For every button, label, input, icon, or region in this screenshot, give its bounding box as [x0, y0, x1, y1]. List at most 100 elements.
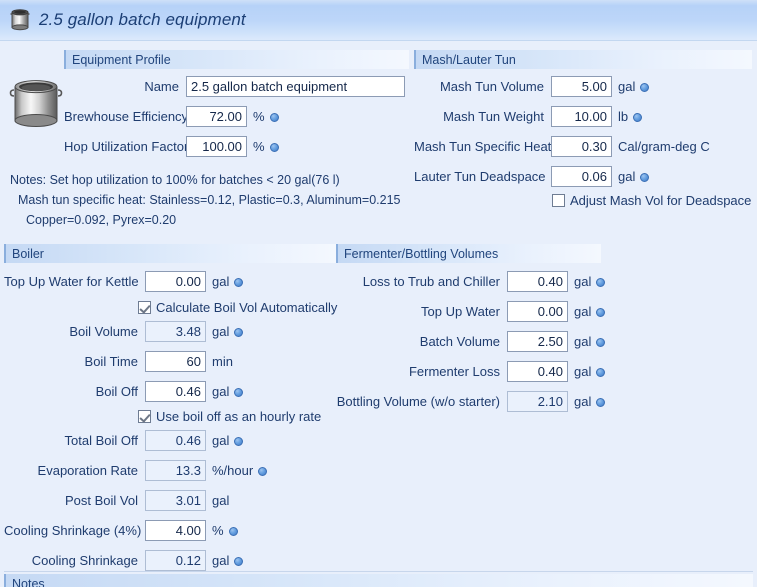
field-unit: %	[247, 139, 279, 154]
bottling-volume-input[interactable]	[507, 390, 568, 412]
field-row-evaporation-rate: Evaporation Rate %/hour	[4, 458, 268, 482]
checkbox-row-calculate-boil-vol[interactable]: Calculate Boil Vol Automatically	[138, 297, 337, 317]
name-input[interactable]	[186, 75, 405, 97]
linked-indicator-dot[interactable]	[234, 387, 244, 397]
batch-volume-input[interactable]	[507, 330, 568, 352]
field-row-boil-off: Boil Off gal	[4, 379, 244, 403]
field-label: Brewhouse Efficiency	[64, 108, 189, 124]
calculate-boil-vol-checkbox[interactable]	[138, 300, 151, 314]
linked-indicator-dot[interactable]	[596, 397, 606, 407]
field-label: Loss to Trub and Chiller	[362, 273, 500, 289]
field-unit: gal	[206, 274, 244, 289]
field-unit: %/hour	[206, 463, 268, 478]
field-row-mash-tun-weight: Mash Tun Weight lb	[414, 104, 643, 128]
field-unit: gal	[212, 492, 230, 508]
field-label: Cooling Shrinkage	[31, 552, 138, 568]
group-title: Equipment Profile	[72, 52, 171, 67]
field-row-post-boil-vol: Post Boil Vol gal	[4, 488, 229, 512]
linked-indicator-dot[interactable]	[640, 82, 650, 92]
kettle-icon-large	[9, 73, 63, 136]
field-row-cooling-shrinkage: Cooling Shrinkage gal	[4, 548, 244, 572]
group-header-fermenter-bottling-volumes: Fermenter/Bottling Volumes	[336, 244, 601, 263]
linked-indicator-dot[interactable]	[234, 327, 244, 337]
cooling-shrinkage-percent-input[interactable]	[145, 519, 206, 541]
linked-indicator-dot[interactable]	[640, 172, 650, 182]
linked-indicator-dot[interactable]	[234, 436, 244, 446]
cooling-shrinkage-input[interactable]	[145, 549, 206, 571]
window-title-bar: 2.5 gallon batch equipment	[0, 0, 757, 41]
field-unit: gal	[206, 384, 244, 399]
top-up-water-kettle-input[interactable]	[145, 270, 206, 292]
field-label: Top Up Water for Kettle	[4, 273, 139, 289]
linked-indicator-dot[interactable]	[228, 526, 238, 536]
field-label: Boil Off	[95, 383, 138, 399]
notes-line-3: Copper=0.092, Pyrex=0.20	[26, 213, 177, 227]
field-unit: gal	[568, 394, 606, 409]
linked-indicator-dot[interactable]	[596, 337, 606, 347]
boil-volume-input[interactable]	[145, 320, 206, 342]
field-unit: gal	[568, 304, 606, 319]
linked-indicator-dot[interactable]	[269, 112, 279, 122]
kettle-icon	[9, 6, 31, 35]
field-label: Name	[144, 78, 179, 94]
group-title: Mash/Lauter Tun	[422, 52, 516, 67]
field-unit: gal	[612, 169, 650, 184]
field-unit: min	[212, 353, 233, 369]
page-title: 2.5 gallon batch equipment	[39, 10, 246, 29]
mash-tun-volume-input[interactable]	[551, 75, 612, 97]
boil-time-input[interactable]	[145, 350, 206, 372]
field-label: Fermenter Loss	[408, 363, 500, 379]
checkbox-row-hourly-rate[interactable]: Use boil off as an hourly rate	[138, 406, 321, 426]
field-unit: lb	[612, 109, 643, 124]
use-boil-off-hourly-rate-checkbox[interactable]	[138, 409, 151, 423]
lauter-tun-deadspace-input[interactable]	[551, 165, 612, 187]
field-label: Mash Tun Volume	[439, 78, 544, 94]
field-unit: gal	[206, 553, 244, 568]
hop-utilization-factor-input[interactable]	[186, 135, 247, 157]
field-unit: gal	[612, 79, 650, 94]
checkbox-label: Adjust Mash Vol for Deadspace	[570, 192, 752, 208]
linked-indicator-dot[interactable]	[258, 466, 268, 476]
linked-indicator-dot[interactable]	[596, 367, 606, 377]
field-label: Total Boil Off	[64, 432, 138, 448]
group-title: Notes	[12, 576, 45, 587]
field-label: Cooling Shrinkage (4%)	[4, 522, 142, 538]
field-row-batch-volume: Batch Volume gal	[336, 329, 606, 353]
field-row-hop-utilization-factor: Hop Utilization Factor %	[64, 134, 279, 158]
linked-indicator-dot[interactable]	[596, 307, 606, 317]
field-row-loss-to-trub-and-chiller: Loss to Trub and Chiller gal	[336, 269, 606, 293]
post-boil-vol-input[interactable]	[145, 489, 206, 511]
linked-indicator-dot[interactable]	[269, 142, 279, 152]
evaporation-rate-input[interactable]	[145, 459, 206, 481]
group-header-mash-lauter-tun: Mash/Lauter Tun	[414, 50, 752, 69]
mash-tun-weight-input[interactable]	[551, 105, 612, 127]
brewhouse-efficiency-input[interactable]	[186, 105, 247, 127]
field-row-fermenter-loss: Fermenter Loss gal	[336, 359, 606, 383]
checkbox-label: Calculate Boil Vol Automatically	[156, 299, 338, 315]
field-row-mash-tun-volume: Mash Tun Volume gal	[414, 74, 650, 98]
field-row-bottling-volume: Bottling Volume (w/o starter) gal	[336, 389, 606, 413]
fermenter-loss-input[interactable]	[507, 360, 568, 382]
field-row-top-up-water: Top Up Water gal	[336, 299, 606, 323]
top-up-water-input[interactable]	[507, 300, 568, 322]
adjust-mash-vol-checkbox[interactable]	[552, 193, 565, 207]
linked-indicator-dot[interactable]	[633, 112, 643, 122]
field-row-total-boil-off: Total Boil Off gal	[4, 428, 244, 452]
equipment-editor-surface: Equipment Profile Name Brewhouse Efficie…	[0, 41, 757, 587]
field-label: Bottling Volume (w/o starter)	[336, 393, 500, 409]
field-row-boil-volume: Boil Volume gal	[4, 319, 244, 343]
boil-off-input[interactable]	[145, 380, 206, 402]
mash-tun-specific-heat-input[interactable]	[551, 135, 612, 157]
linked-indicator-dot[interactable]	[234, 277, 244, 287]
field-unit: Cal/gram-deg C	[618, 138, 710, 154]
total-boil-off-input[interactable]	[145, 429, 206, 451]
field-label: Batch Volume	[419, 333, 500, 349]
linked-indicator-dot[interactable]	[234, 556, 244, 566]
section-divider	[4, 571, 753, 572]
linked-indicator-dot[interactable]	[596, 277, 606, 287]
field-unit: gal	[568, 364, 606, 379]
field-unit: gal	[206, 324, 244, 339]
checkbox-row-adjust-mash-vol[interactable]: Adjust Mash Vol for Deadspace	[552, 190, 751, 210]
loss-to-trub-and-chiller-input[interactable]	[507, 270, 568, 292]
field-label: Mash Tun Weight	[443, 108, 544, 124]
